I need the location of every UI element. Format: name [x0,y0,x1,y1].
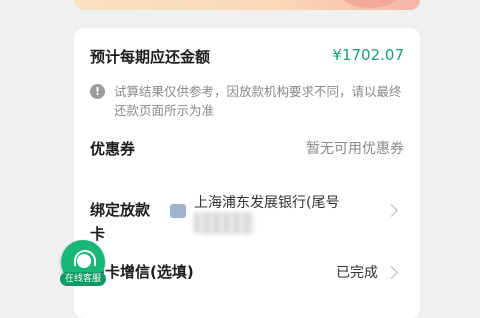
trial-notice: ! 试算结果仅供参考，因放款机构要求不同，请以最终还款页面所示为准 [90,82,408,120]
banner-decoration [338,0,402,8]
masked-card-number [194,212,254,234]
bank-card-selector[interactable]: 上海浦东发展银行(尾号 [168,192,398,236]
trial-notice-text: 试算结果仅供参考，因放款机构要求不同，请以最终还款页面所示为准 [114,84,402,118]
info-icon: ! [90,84,105,99]
bank-name: 上海浦东发展银行(尾号 [194,195,340,211]
customer-service-button[interactable]: 在线客服 [60,240,106,290]
credit-card-status[interactable]: 已完成 [336,262,378,282]
coupon-label: 优惠券 [90,140,136,158]
promo-banner[interactable] [74,0,420,10]
repayment-amount: ¥1702.07 [332,46,404,64]
coupon-value[interactable]: 暂无可用优惠券 [306,138,404,158]
repayment-label: 预计每期应还金额 [90,48,211,66]
bank-logo-icon [170,204,186,218]
chevron-right-icon[interactable] [385,266,398,279]
customer-service-label: 在线客服 [60,272,106,286]
agent-face-icon [77,254,91,268]
loan-summary-card: 预计每期应还金额 ¥1702.07 ! 试算结果仅供参考，因放款机构要求不同，请… [74,28,420,318]
bind-card-label: 绑定放款卡 [90,201,151,243]
